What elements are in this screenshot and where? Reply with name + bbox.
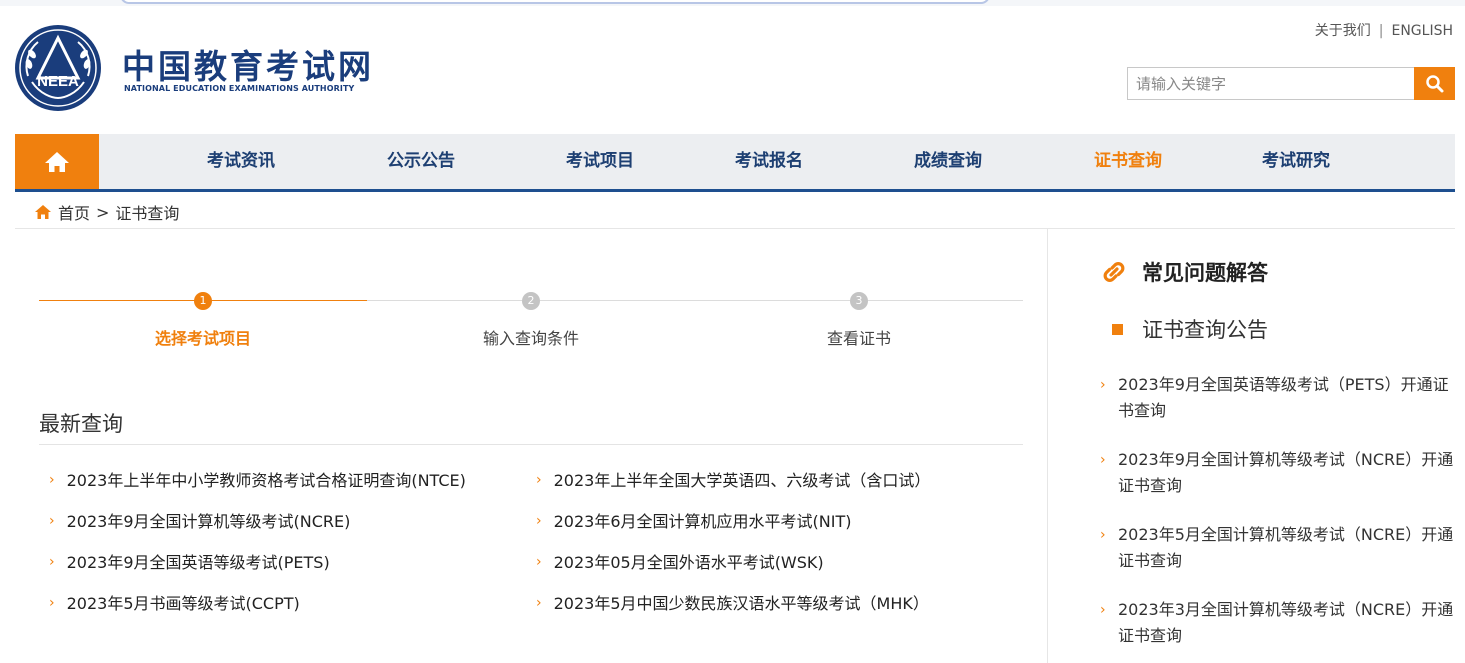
step-2-label: 输入查询条件 xyxy=(482,329,580,348)
emblem-lettering: NEEA xyxy=(37,73,79,90)
top-links: 关于我们 | ENGLISH xyxy=(1315,20,1453,40)
nav-item-announcements[interactable]: 公示公告 xyxy=(387,134,455,189)
sidebar-divider xyxy=(1047,229,1048,663)
announcements-title: 证书查询公告 xyxy=(1142,318,1268,342)
step-3-label: 查看证书 xyxy=(826,329,892,348)
breadcrumb-current: 证书查询 xyxy=(115,204,180,223)
list-item[interactable]: › 2023年05月全国外语水平考试(WSK) xyxy=(536,549,824,573)
breadcrumb-home-link[interactable]: 首页 xyxy=(58,200,90,224)
list-item[interactable]: › 2023年9月全国英语等级考试(PETS) xyxy=(49,549,330,573)
sidebar-announcement-label: 2023年9月全国计算机等级考试（NCRE）开通证书查询 xyxy=(1118,450,1454,495)
list-item-label: 2023年上半年中小学教师资格考试合格证明查询(NTCE) xyxy=(66,471,466,490)
search-button[interactable] xyxy=(1414,67,1455,100)
chevron-right-icon: › xyxy=(1100,602,1106,618)
sidebar-announcement-item[interactable]: › 2023年9月全国计算机等级考试（NCRE）开通证书查询 xyxy=(1100,447,1455,499)
browser-bar-fragment xyxy=(120,0,990,4)
chevron-right-icon: › xyxy=(49,472,55,488)
step-1-marker: 1 xyxy=(194,292,212,310)
list-item[interactable]: › 2023年6月全国计算机应用水平考试(NIT) xyxy=(536,508,851,532)
search-box xyxy=(1127,67,1455,101)
recent-queries-title: 最新查询 xyxy=(39,412,123,436)
sidebar-announcement-label: 2023年3月全国计算机等级考试（NCRE）开通证书查询 xyxy=(1118,600,1454,645)
nav-item-exam-research[interactable]: 考试研究 xyxy=(1262,134,1330,189)
search-input[interactable] xyxy=(1127,67,1415,100)
nav-item-registration[interactable]: 考试报名 xyxy=(735,134,803,189)
step-1-label: 选择考试项目 xyxy=(154,329,252,348)
square-bullet-icon xyxy=(1112,323,1123,335)
nav-home-button[interactable] xyxy=(15,134,99,189)
step-progress-track xyxy=(367,300,1023,301)
list-item[interactable]: › 2023年9月全国计算机等级考试(NCRE) xyxy=(49,508,350,532)
chevron-right-icon: › xyxy=(49,513,55,529)
chevron-right-icon: › xyxy=(536,554,542,570)
list-item-label: 2023年5月书画等级考试(CCPT) xyxy=(66,594,300,613)
neea-emblem-icon: NEEA xyxy=(15,25,101,111)
site-title: 中国教育考试网 xyxy=(122,47,374,86)
breadcrumb-separator: > xyxy=(96,202,110,222)
sidebar-announcement-label: 2023年5月全国计算机等级考试（NCRE）开通证书查询 xyxy=(1118,525,1454,570)
chevron-right-icon: › xyxy=(1100,452,1106,468)
top-links-separator: | xyxy=(1378,23,1384,39)
list-item[interactable]: › 2023年5月书画等级考试(CCPT) xyxy=(49,590,300,614)
list-item-label: 2023年9月全国英语等级考试(PETS) xyxy=(66,553,330,572)
sidebar-announcement-item[interactable]: › 2023年3月全国计算机等级考试（NCRE）开通证书查询 xyxy=(1100,597,1455,649)
breadcrumb-divider xyxy=(15,228,1455,229)
nav-item-score-query[interactable]: 成绩查询 xyxy=(914,134,982,189)
list-item-label: 2023年上半年全国大学英语四、六级考试（含口试） xyxy=(553,471,931,490)
faq-title: 常见问题解答 xyxy=(1142,261,1268,285)
list-item[interactable]: › 2023年上半年全国大学英语四、六级考试（含口试） xyxy=(536,467,930,491)
list-item-label: 2023年9月全国计算机等级考试(NCRE) xyxy=(66,512,351,531)
main-nav: 考试资讯 公示公告 考试项目 考试报名 成绩查询 证书查询 考试研究 xyxy=(15,134,1455,192)
breadcrumb: 首页 > 证书查询 xyxy=(34,200,179,224)
step-2-marker: 2 xyxy=(522,292,540,310)
step-3-marker: 3 xyxy=(850,292,868,310)
nav-item-certificate-query[interactable]: 证书查询 xyxy=(1094,134,1162,189)
chevron-right-icon: › xyxy=(49,554,55,570)
announcements-header: 证书查询公告 xyxy=(1112,314,1268,344)
chevron-right-icon: › xyxy=(536,472,542,488)
sidebar-announcement-item[interactable]: › 2023年5月全国计算机等级考试（NCRE）开通证书查询 xyxy=(1100,522,1455,574)
home-icon xyxy=(45,151,69,172)
recent-queries-divider xyxy=(39,444,1023,445)
nav-item-exam-programs[interactable]: 考试项目 xyxy=(566,134,634,189)
site-subtitle: NATIONAL EDUCATION EXAMINATIONS AUTHORIT… xyxy=(124,84,355,93)
search-icon xyxy=(1425,74,1443,92)
list-item[interactable]: › 2023年5月中国少数民族汉语水平等级考试（MHK） xyxy=(536,590,929,614)
chevron-right-icon: › xyxy=(49,595,55,611)
home-icon xyxy=(35,205,51,219)
list-item-label: 2023年5月中国少数民族汉语水平等级考试（MHK） xyxy=(553,594,929,613)
sidebar-announcement-item[interactable]: › 2023年9月全国英语等级考试（PETS）开通证书查询 xyxy=(1100,372,1455,424)
list-item-label: 2023年05月全国外语水平考试(WSK) xyxy=(553,553,824,572)
chevron-right-icon: › xyxy=(536,513,542,529)
chevron-right-icon: › xyxy=(1100,377,1106,393)
english-link[interactable]: ENGLISH xyxy=(1391,23,1453,39)
list-item-label: 2023年6月全国计算机应用水平考试(NIT) xyxy=(553,512,852,531)
sidebar-announcement-label: 2023年9月全国英语等级考试（PETS）开通证书查询 xyxy=(1118,375,1449,420)
nav-item-exam-news[interactable]: 考试资讯 xyxy=(207,134,275,189)
link-chain-icon xyxy=(1103,262,1125,282)
chevron-right-icon: › xyxy=(1100,527,1106,543)
chevron-right-icon: › xyxy=(536,595,542,611)
faq-link[interactable]: 常见问题解答 xyxy=(1100,257,1268,287)
list-item[interactable]: › 2023年上半年中小学教师资格考试合格证明查询(NTCE) xyxy=(49,467,466,491)
site-logo[interactable]: NEEA 中国教育考试网 NATIONAL EDUCATION EXAMINAT… xyxy=(14,24,374,114)
about-link[interactable]: 关于我们 xyxy=(1315,20,1371,40)
